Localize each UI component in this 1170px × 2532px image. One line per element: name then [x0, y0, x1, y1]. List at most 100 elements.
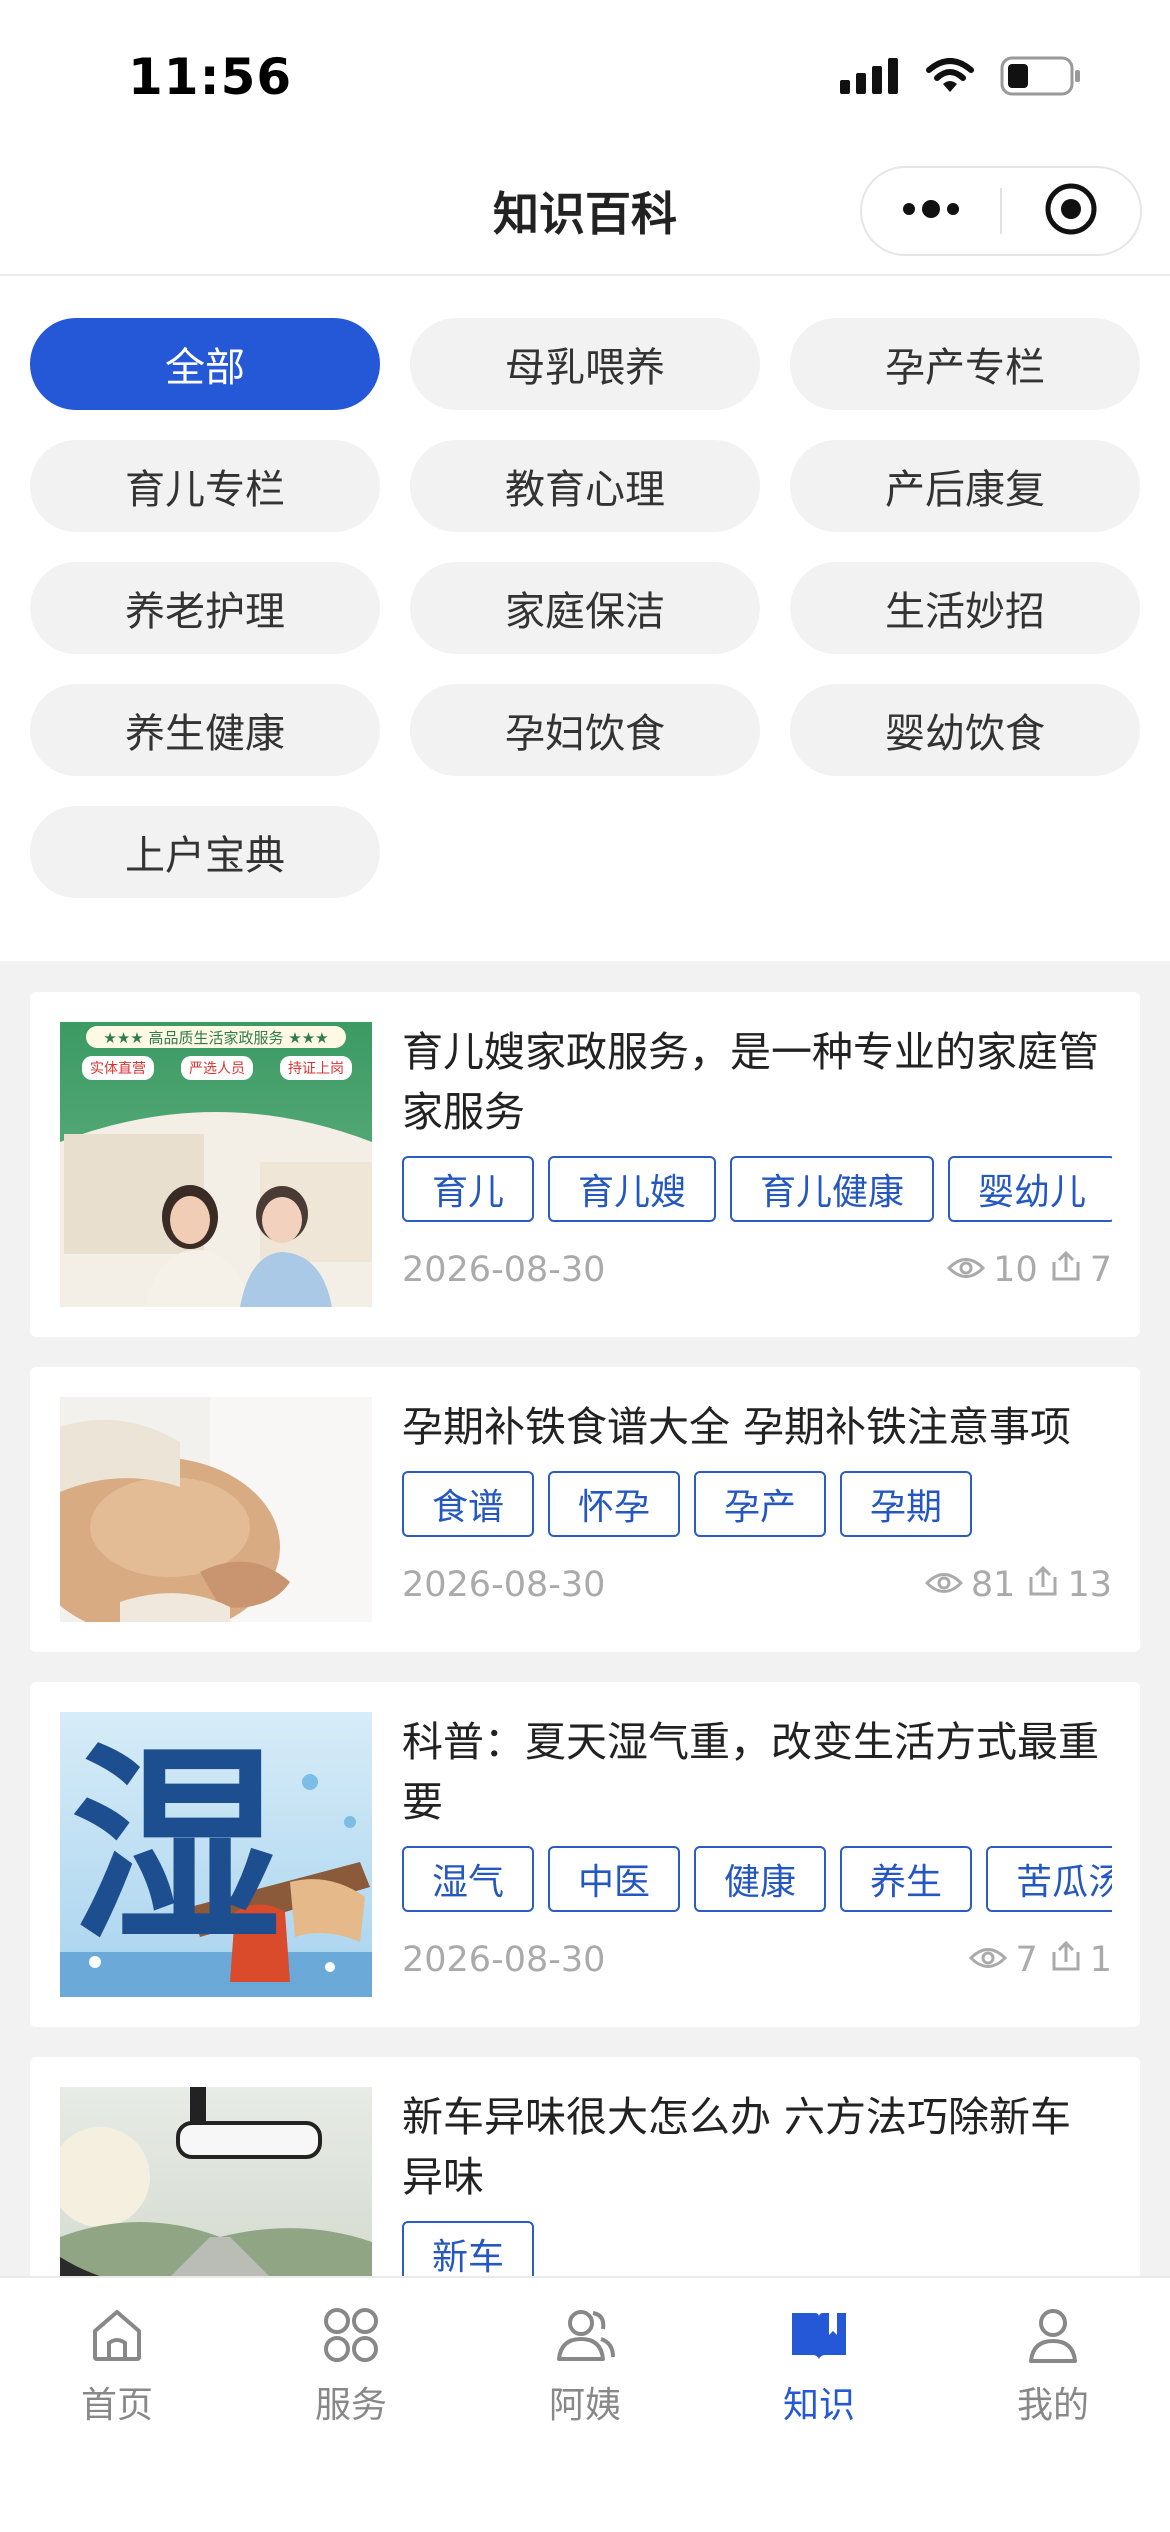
article-list: ★★★ 高品质生活家政服务 ★★★ 实体直营 严选人员 持证上岗 育儿嫂家政服务… — [30, 992, 1140, 2432]
tab-services[interactable]: 服务 — [234, 2278, 468, 2532]
article-card[interactable]: 孕期补铁食谱大全 孕期补铁注意事项 食谱 怀孕 孕产 孕期 2026-08-30… — [30, 1367, 1140, 1652]
article-stats: 81 13 — [924, 1565, 1112, 1606]
category-chip[interactable]: 婴幼饮食 — [790, 684, 1140, 776]
people-icon — [550, 2300, 620, 2370]
article-tag[interactable]: 食谱 — [402, 1471, 535, 1537]
article-tags: 食谱 怀孕 孕产 孕期 — [402, 1471, 1112, 1537]
user-icon — [1018, 2300, 1088, 2370]
wifi-icon — [926, 58, 974, 98]
home-icon — [82, 2300, 152, 2370]
article-stats: 10 7 — [947, 1250, 1112, 1291]
category-chip[interactable]: 养生健康 — [30, 684, 380, 776]
thumb-badge: 实体直营 — [82, 1056, 154, 1080]
article-title[interactable]: 孕期补铁食谱大全 孕期补铁注意事项 — [402, 1397, 1112, 1457]
article-tag[interactable]: 育儿健康 — [730, 1156, 935, 1222]
grid-icon — [316, 2300, 386, 2370]
article-date: 2026-08-30 — [402, 1250, 606, 1290]
shares-stat[interactable]: 1 — [1050, 1940, 1112, 1981]
thumb-badge: 严选人员 — [181, 1056, 253, 1080]
tab-label: 首页 — [80, 2385, 153, 2426]
article-title[interactable]: 科普：夏天湿气重，改变生活方式最重要 — [402, 1712, 1112, 1832]
status-time: 11:56 — [128, 48, 293, 106]
category-grid: 全部 母乳喂养 孕产专栏 育儿专栏 教育心理 产后康复 养老护理 家庭保洁 生活… — [30, 318, 1140, 898]
views-count: 7 — [1015, 1940, 1038, 1980]
cellular-signal-icon — [840, 58, 900, 98]
category-chip[interactable]: 生活妙招 — [790, 562, 1140, 654]
article-tag[interactable]: 孕期 — [840, 1471, 973, 1537]
article-stats: 7 1 — [969, 1940, 1112, 1981]
article-card[interactable]: ★★★ 高品质生活家政服务 ★★★ 实体直营 严选人员 持证上岗 育儿嫂家政服务… — [30, 992, 1140, 1337]
category-chip[interactable]: 养老护理 — [30, 562, 380, 654]
page: 11:56 知识百科 全部 母乳喂养 孕产专栏 育儿专栏 教育心理 产后康复 养… — [0, 0, 1170, 2532]
article-tag[interactable]: 孕产 — [694, 1471, 827, 1537]
article-tag[interactable]: 湿气 — [402, 1846, 535, 1912]
shares-stat[interactable]: 13 — [1027, 1565, 1112, 1606]
tab-label: 我的 — [1016, 2385, 1089, 2426]
tab-profile[interactable]: 我的 — [936, 2278, 1170, 2532]
thumb-badges: 实体直营 严选人员 持证上岗 — [82, 1056, 352, 1080]
article-date: 2026-08-30 — [402, 1940, 606, 1980]
tab-label: 阿姨 — [548, 2385, 621, 2426]
category-section: 全部 母乳喂养 孕产专栏 育儿专栏 教育心理 产后康复 养老护理 家庭保洁 生活… — [0, 276, 1170, 961]
views-count: 10 — [993, 1250, 1038, 1290]
pregnancy-photo — [60, 1397, 372, 1622]
tab-bar: 首页 服务 阿姨 知识 我的 — [0, 2276, 1170, 2532]
tab-home[interactable]: 首页 — [0, 2278, 234, 2532]
views-stat: 81 — [924, 1565, 1016, 1605]
tab-aunties[interactable]: 阿姨 — [468, 2278, 702, 2532]
article-meta: 2026-08-30 81 13 — [402, 1560, 1112, 1610]
share-icon — [1050, 1250, 1082, 1291]
thumb-badge: 持证上岗 — [280, 1056, 352, 1080]
article-title[interactable]: 育儿嫂家政服务，是一种专业的家庭管家服务 — [402, 1022, 1112, 1142]
target-circle-icon — [1044, 182, 1098, 240]
eye-icon — [924, 1565, 964, 1605]
views-count: 81 — [970, 1565, 1016, 1605]
status-icons — [840, 56, 1082, 100]
article-date: 2026-08-30 — [402, 1565, 606, 1605]
article-thumbnail: ★★★ 高品质生活家政服务 ★★★ 实体直营 严选人员 持证上岗 — [60, 1022, 372, 1307]
article-tags: 育儿 育儿嫂 育儿健康 婴幼儿 — [402, 1156, 1112, 1222]
category-chip[interactable]: 母乳喂养 — [410, 318, 760, 410]
category-chip[interactable]: 孕妇饮食 — [410, 684, 760, 776]
close-program-button[interactable] — [1002, 168, 1140, 254]
category-chip[interactable]: 孕产专栏 — [790, 318, 1140, 410]
article-tag[interactable]: 苦瓜汤 — [986, 1846, 1112, 1912]
category-chip[interactable]: 育儿专栏 — [30, 440, 380, 532]
category-chip[interactable]: 上户宝典 — [30, 806, 380, 898]
shares-stat[interactable]: 7 — [1050, 1250, 1112, 1291]
article-tag[interactable]: 中医 — [548, 1846, 681, 1912]
article-tag[interactable]: 养生 — [840, 1846, 973, 1912]
category-chip-all[interactable]: 全部 — [30, 318, 380, 410]
book-icon — [784, 2300, 854, 2370]
views-stat: 10 — [947, 1250, 1038, 1290]
battery-icon — [1000, 56, 1082, 100]
article-tag[interactable]: 怀孕 — [548, 1471, 681, 1537]
category-chip[interactable]: 产后康复 — [790, 440, 1140, 532]
status-bar: 11:56 — [0, 0, 1170, 150]
article-tag[interactable]: 育儿嫂 — [548, 1156, 717, 1222]
article-title[interactable]: 新车异味很大怎么办 六方法巧除新车异味 — [402, 2087, 1112, 2207]
article-content: 育儿嫂家政服务，是一种专业的家庭管家服务 育儿 育儿嫂 育儿健康 婴幼儿 — [402, 1022, 1112, 1222]
article-meta: 2026-08-30 10 7 — [402, 1245, 1112, 1295]
tab-label: 服务 — [314, 2385, 387, 2426]
thumb-banner: ★★★ 高品质生活家政服务 ★★★ — [86, 1026, 346, 1048]
article-content: 孕期补铁食谱大全 孕期补铁注意事项 食谱 怀孕 孕产 孕期 — [402, 1397, 1112, 1537]
share-icon — [1027, 1565, 1059, 1606]
more-dots-icon — [901, 199, 961, 223]
article-content: 新车异味很大怎么办 六方法巧除新车异味 新车 — [402, 2087, 1112, 2287]
article-content: 科普：夏天湿气重，改变生活方式最重要 湿气 中医 健康 养生 苦瓜汤 — [402, 1712, 1112, 1912]
category-chip[interactable]: 教育心理 — [410, 440, 760, 532]
article-tag[interactable]: 健康 — [694, 1846, 827, 1912]
category-chip[interactable]: 家庭保洁 — [410, 562, 760, 654]
article-meta: 2026-08-30 7 1 — [402, 1935, 1112, 1985]
article-card[interactable]: 湿 科普：夏天湿气重，改变生活方式最重要 湿气 中医 健康 养生 苦瓜汤 202… — [30, 1682, 1140, 2027]
article-tag[interactable]: 育儿 — [402, 1156, 535, 1222]
tab-knowledge[interactable]: 知识 — [702, 2278, 936, 2532]
share-icon — [1050, 1940, 1082, 1981]
shares-count: 13 — [1067, 1565, 1112, 1605]
article-thumbnail — [60, 1397, 372, 1622]
more-button[interactable] — [862, 168, 1000, 254]
article-tags: 湿气 中医 健康 养生 苦瓜汤 — [402, 1846, 1112, 1912]
tab-label: 知识 — [782, 2385, 855, 2426]
article-tag[interactable]: 婴幼儿 — [948, 1156, 1112, 1222]
